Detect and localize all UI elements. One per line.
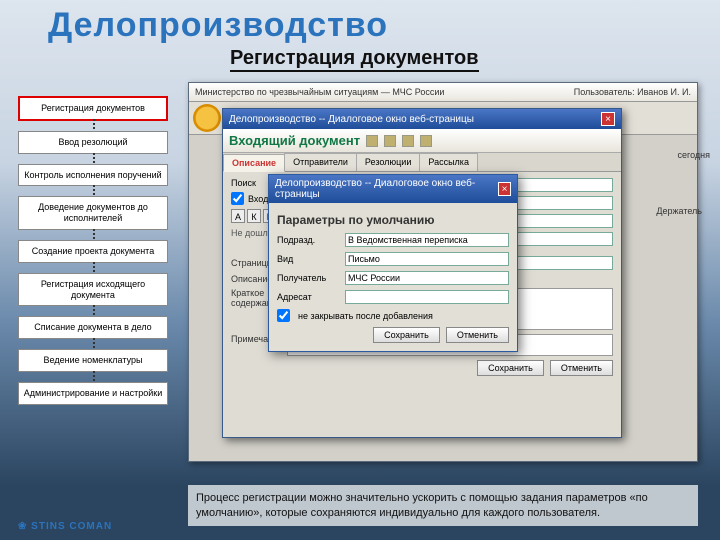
params-titlebar: Делопроизводство -- Диалоговое окно веб-… bbox=[269, 175, 517, 203]
slide-caption: Процесс регистрации можно значительно ус… bbox=[188, 485, 698, 526]
params-titlebar-text: Делопроизводство -- Диалоговое окно веб-… bbox=[275, 178, 498, 200]
keep-open-checkbox[interactable] bbox=[277, 309, 290, 322]
incoming-checkbox[interactable] bbox=[231, 192, 244, 205]
app-header-title: Министерство по чрезвычайным ситуациям —… bbox=[195, 87, 444, 97]
sidebar-step-draft[interactable]: Создание проекта документа bbox=[18, 240, 168, 263]
user-label: Пользователь: bbox=[574, 87, 635, 97]
podr-input[interactable] bbox=[345, 233, 509, 247]
recv-label: Получатель bbox=[277, 273, 341, 283]
doc-titlebar: Делопроизводство -- Диалоговое окно веб-… bbox=[223, 109, 621, 129]
doc-titlebar-text: Делопроизводство -- Диалоговое окно веб-… bbox=[229, 114, 474, 125]
sidebar-step-deliver[interactable]: Доведение документов до исполнителей bbox=[18, 196, 168, 230]
hint-today: сегодня bbox=[678, 150, 711, 160]
addr-input[interactable] bbox=[345, 290, 509, 304]
tab-description[interactable]: Описание bbox=[223, 154, 285, 172]
doc-tool-icon[interactable] bbox=[402, 135, 414, 147]
page-title: Делопроизводство bbox=[0, 0, 720, 45]
doc-tool-icon[interactable] bbox=[366, 135, 378, 147]
close-icon[interactable]: × bbox=[601, 112, 615, 126]
tab-distribution[interactable]: Рассылка bbox=[419, 153, 478, 171]
podr-label: Подразд. bbox=[277, 235, 341, 245]
letter-a[interactable]: А bbox=[231, 209, 245, 223]
page-subtitle: Регистрация документов bbox=[230, 47, 479, 72]
doc-save-button[interactable]: Сохранить bbox=[477, 360, 544, 376]
sidebar-step-control[interactable]: Контроль исполнения поручений bbox=[18, 164, 168, 187]
workflow-sidebar: Регистрация документов Ввод резолюций Ко… bbox=[18, 96, 168, 405]
recv-input[interactable] bbox=[345, 271, 509, 285]
addr-label: Адресат bbox=[277, 292, 341, 302]
app-user: Пользователь: Иванов И. И. bbox=[574, 87, 691, 97]
doc-tabs: Описание Отправители Резолюции Рассылка bbox=[223, 153, 621, 172]
params-dialog: Делопроизводство -- Диалоговое окно веб-… bbox=[268, 174, 518, 352]
doc-heading: Входящий документ bbox=[223, 129, 621, 153]
letter-k[interactable]: К bbox=[247, 209, 261, 223]
sidebar-step-outreg[interactable]: Регистрация исходящего документа bbox=[18, 273, 168, 307]
params-save-button[interactable]: Сохранить bbox=[373, 327, 440, 343]
doc-heading-text: Входящий документ bbox=[229, 133, 360, 148]
sidebar-step-writeoff[interactable]: Списание документа в дело bbox=[18, 316, 168, 339]
brand-logo: STINS COMAN bbox=[18, 521, 112, 532]
search-label: Поиск bbox=[231, 178, 256, 188]
user-name: Иванов И. И. bbox=[637, 87, 691, 97]
sidebar-step-nomenclature[interactable]: Ведение номенклатуры bbox=[18, 349, 168, 372]
app-header: Министерство по чрезвычайным ситуациям —… bbox=[189, 83, 697, 102]
vid-label: Вид bbox=[277, 254, 341, 264]
sidebar-step-resolutions[interactable]: Ввод резолюций bbox=[18, 131, 168, 154]
params-cancel-button[interactable]: Отменить bbox=[446, 327, 509, 343]
close-icon[interactable]: × bbox=[498, 182, 511, 196]
hint-holder: Держатель bbox=[656, 206, 702, 216]
doc-tool-icon[interactable] bbox=[420, 135, 432, 147]
emblem-icon bbox=[193, 104, 221, 132]
sidebar-step-admin[interactable]: Администрирование и настройки bbox=[18, 382, 168, 405]
sidebar-step-registration[interactable]: Регистрация документов bbox=[18, 96, 168, 121]
tab-senders[interactable]: Отправители bbox=[284, 153, 357, 171]
params-heading: Параметры по умолчанию bbox=[277, 213, 509, 227]
doc-tool-icon[interactable] bbox=[384, 135, 396, 147]
keep-open-label: не закрывать после добавления bbox=[298, 311, 433, 321]
doc-cancel-button[interactable]: Отменить bbox=[550, 360, 613, 376]
tab-resolutions[interactable]: Резолюции bbox=[356, 153, 420, 171]
vid-input[interactable] bbox=[345, 252, 509, 266]
